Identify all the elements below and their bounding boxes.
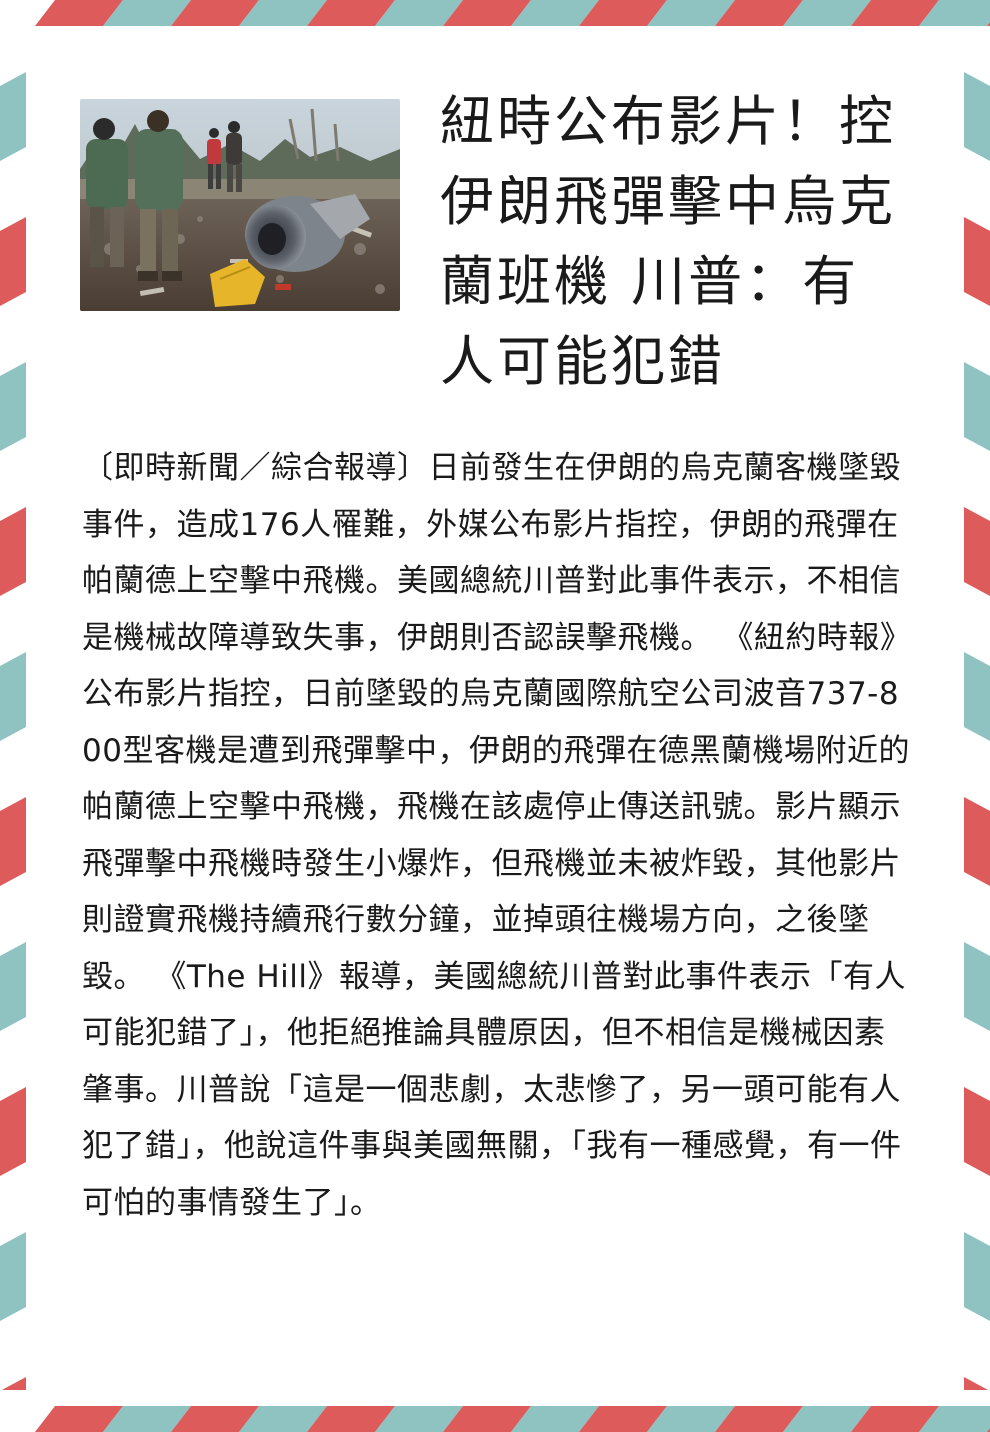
article-headline: 紐時公布影片！控伊朗飛彈擊中烏克蘭班機 川普：有人可能犯錯 xyxy=(440,90,896,393)
airmail-border-right xyxy=(964,40,990,1390)
airmail-border-bottom xyxy=(0,1402,990,1432)
article-body: 〔即時新聞／綜合報導〕日前發生在伊朗的烏克蘭客機墜毀事件，造成176人罹難，外媒… xyxy=(82,450,912,1221)
news-photo xyxy=(80,99,400,311)
airmail-border-top xyxy=(0,0,990,30)
airmail-border-left xyxy=(0,40,26,1390)
